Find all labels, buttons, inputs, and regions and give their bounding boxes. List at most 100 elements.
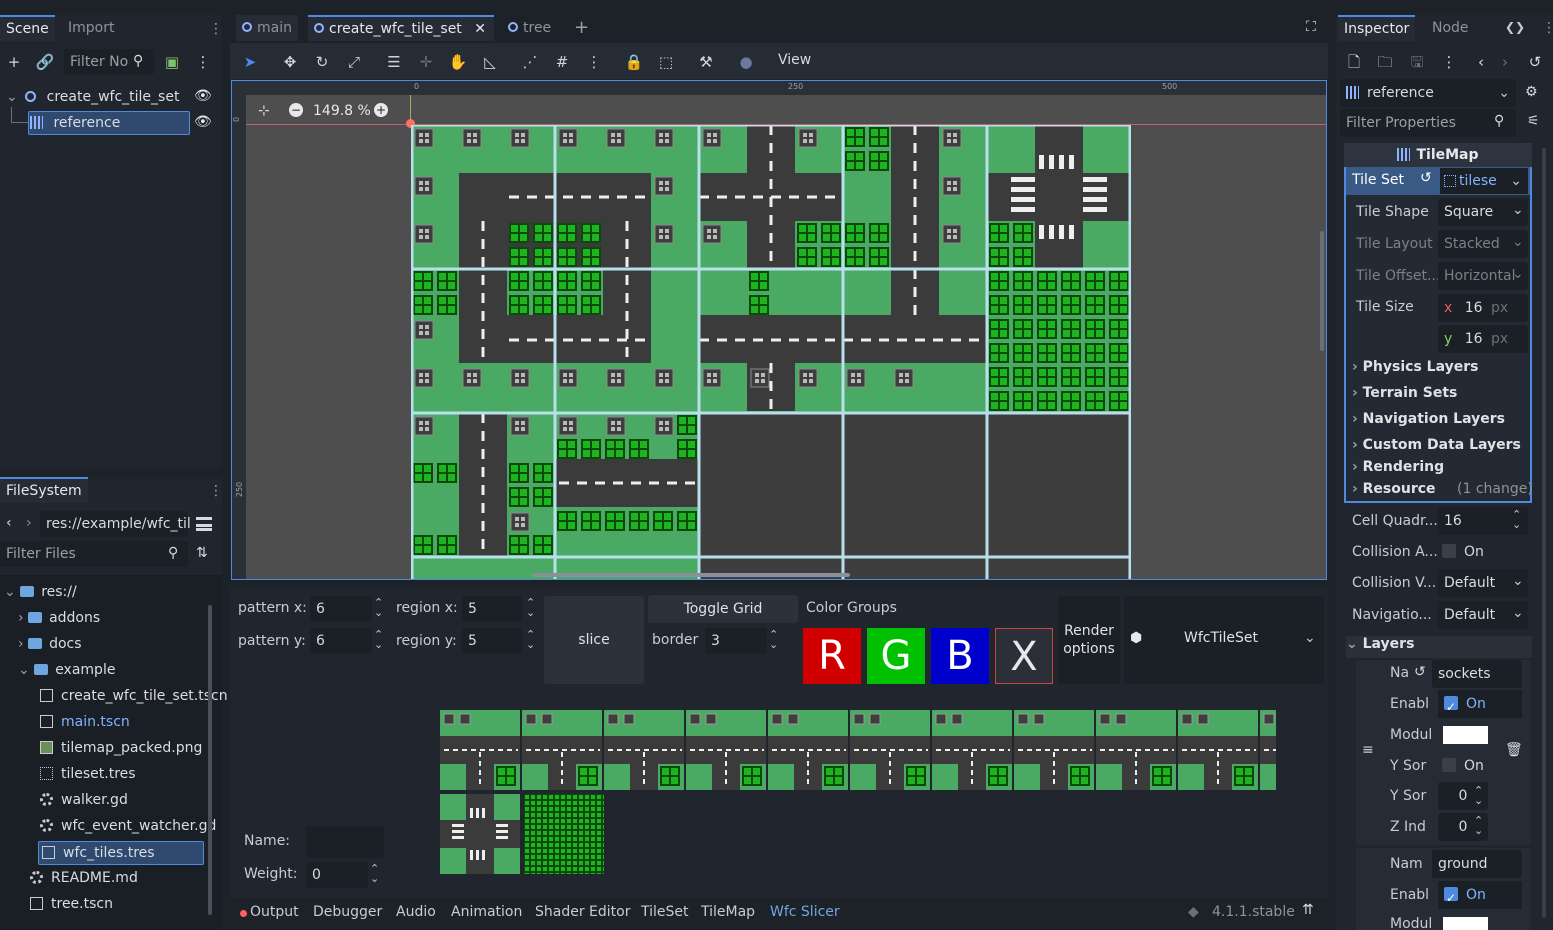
spin-arrows-icon[interactable]: ⌃ ⌄ xyxy=(1474,785,1483,806)
zoom-in-icon[interactable]: + xyxy=(374,103,388,117)
open-folder-icon[interactable]: 🗀 xyxy=(1374,51,1396,73)
tab-debugger[interactable]: Debugger xyxy=(313,904,382,920)
object-selector[interactable]: reference ⌄ xyxy=(1340,79,1516,107)
list-item[interactable]: ⌄ example xyxy=(18,657,115,683)
tab-scene[interactable]: Scene xyxy=(0,15,55,41)
list-item[interactable]: tilemap_packed.png xyxy=(40,735,202,761)
group-icon[interactable]: ⬚ xyxy=(655,52,677,72)
spin-arrows-icon[interactable]: ⌃ ⌄ xyxy=(370,863,379,884)
tile-size-x-field[interactable]: x 16 px xyxy=(1438,294,1528,322)
sort-icon[interactable]: ⇅ xyxy=(196,545,208,561)
dock-arrows-icon[interactable]: ❮❯ xyxy=(1505,20,1525,34)
center-view-icon[interactable]: ⊹ xyxy=(258,103,270,119)
tab-filesystem[interactable]: FileSystem xyxy=(0,477,88,503)
toggle-grid-button[interactable]: Toggle Grid xyxy=(648,595,798,623)
new-resource-icon[interactable]: 🗋 xyxy=(1343,51,1365,73)
split-view-icon[interactable] xyxy=(196,517,212,531)
region-y-spinbox[interactable]: 5 xyxy=(462,628,522,654)
color-group-b-button[interactable]: B xyxy=(931,628,989,684)
history-back-icon[interactable]: ‹ xyxy=(1470,51,1492,73)
grid-snap-icon[interactable]: # xyxy=(551,52,573,72)
view-menu[interactable]: View xyxy=(778,52,811,68)
horizontal-scrollbar[interactable] xyxy=(532,573,850,577)
tab-animation[interactable]: Animation xyxy=(451,904,522,920)
tab-inspector[interactable]: Inspector xyxy=(1338,15,1416,41)
tab-wfc-slicer[interactable]: Wfc Slicer xyxy=(770,904,840,920)
smart-snap-icon[interactable]: ⋰ xyxy=(519,52,541,72)
layer-enabled-checkbox[interactable]: On xyxy=(1438,690,1522,721)
region-x-spinbox[interactable]: 5 xyxy=(462,596,522,622)
section-navigation-layers[interactable]: › Navigation Layers xyxy=(1352,411,1505,427)
section-resource[interactable]: › Resource xyxy=(1352,481,1436,497)
expand-panel-icon[interactable]: ⇈ xyxy=(1302,902,1314,918)
layer-enabled-checkbox[interactable]: On xyxy=(1438,881,1522,912)
add-node-icon[interactable]: + xyxy=(3,51,25,73)
bone-icon[interactable]: ⚒ xyxy=(695,52,717,72)
list-select-icon[interactable]: ☰ xyxy=(383,52,405,72)
dock-menu-icon[interactable]: ⋮ xyxy=(1542,20,1553,36)
filter-properties-input[interactable]: Filter Properties xyxy=(1340,109,1516,137)
resource-type-dropdown[interactable]: ⬢ WfcTileSet ⌄ xyxy=(1124,596,1324,684)
layer-name-input[interactable]: ground xyxy=(1432,850,1522,878)
tab-main[interactable]: main xyxy=(236,15,298,41)
layer-name-input[interactable]: sockets xyxy=(1432,660,1522,688)
tab-shader-editor[interactable]: Shader Editor xyxy=(535,904,630,920)
section-rendering[interactable]: › Rendering xyxy=(1352,459,1444,475)
scrollbar[interactable] xyxy=(208,605,212,915)
dock-menu-icon[interactable]: ⋮ xyxy=(209,21,223,37)
spin-arrows-icon[interactable]: ⌃ ⌄ xyxy=(1512,509,1521,530)
collision-anim-checkbox[interactable]: On xyxy=(1442,544,1484,560)
add-tab-icon[interactable]: + xyxy=(574,17,589,38)
tab-tileset[interactable]: TileSet xyxy=(641,904,689,920)
select-tool-icon[interactable]: ➤ xyxy=(239,52,261,72)
pattern-x-spinbox[interactable]: 6 xyxy=(310,596,372,622)
ruler-tool-icon[interactable]: ◺ xyxy=(479,52,501,72)
render-options-button[interactable]: Render options xyxy=(1058,596,1120,684)
section-layers[interactable]: ⌄ Layers xyxy=(1346,636,1532,658)
list-item[interactable]: main.tscn xyxy=(40,709,130,735)
slice-button[interactable]: slice xyxy=(544,596,644,684)
spin-arrows-icon[interactable]: ⌃ ⌄ xyxy=(769,629,778,650)
tab-output[interactable]: Output xyxy=(250,904,299,920)
distraction-free-icon[interactable]: ⛶ xyxy=(1306,19,1316,35)
snap-menu-icon[interactable]: ⋮ xyxy=(583,52,605,72)
scene-menu-icon[interactable]: ⋮ xyxy=(192,51,214,73)
list-item[interactable]: tree.tscn xyxy=(30,891,113,917)
name-input[interactable] xyxy=(306,826,384,858)
layer-modulate-color[interactable] xyxy=(1443,726,1488,744)
link-icon[interactable]: 🔗 xyxy=(34,51,56,73)
list-item[interactable]: › addons xyxy=(18,605,100,631)
zoom-out-icon[interactable]: − xyxy=(289,103,303,117)
lock-icon[interactable]: 🔒 xyxy=(623,52,645,72)
rotate-tool-icon[interactable]: ↻ xyxy=(311,52,333,72)
tab-audio[interactable]: Audio xyxy=(396,904,436,920)
tile-size-y-field[interactable]: y 16 px xyxy=(1438,325,1528,353)
section-physics-layers[interactable]: › Physics Layers xyxy=(1352,359,1478,375)
scale-tool-icon[interactable]: ⤢ xyxy=(343,52,365,72)
move-tool-icon[interactable]: ✥ xyxy=(279,52,301,72)
color-group-r-button[interactable]: R xyxy=(803,628,861,684)
list-item[interactable]: ⌄ res:// xyxy=(4,579,77,605)
tile-set-value[interactable]: tilese ⌄ xyxy=(1440,168,1528,194)
history-icon[interactable]: ↺ xyxy=(1524,51,1546,73)
forward-arrow-icon[interactable]: › xyxy=(26,515,32,531)
attach-script-icon[interactable]: ▣ xyxy=(161,51,183,73)
filter-options-icon[interactable]: ⚟ xyxy=(1527,113,1540,129)
section-custom-data-layers[interactable]: › Custom Data Layers xyxy=(1352,437,1521,453)
inspector-scrollbar[interactable] xyxy=(1542,148,1546,918)
zoom-level[interactable]: 149.8 % xyxy=(313,103,371,119)
vertical-scrollbar[interactable] xyxy=(1320,231,1324,351)
path-input[interactable]: res://example/wfc_til xyxy=(40,511,191,537)
tab-tilemap[interactable]: TileMap xyxy=(701,904,755,920)
class-header[interactable]: TileMap xyxy=(1344,143,1532,167)
list-item[interactable]: create_wfc_tile_set.tscn xyxy=(40,683,228,709)
pattern-y-spinbox[interactable]: 6 xyxy=(310,628,372,654)
close-icon[interactable]: ✕ xyxy=(474,21,486,37)
list-item[interactable]: wfc_event_watcher.gd xyxy=(40,813,216,839)
visibility-eye-icon[interactable]: 👁 xyxy=(194,114,212,130)
tree-node-root[interactable]: ⌄ create_wfc_tile_set xyxy=(6,84,216,110)
back-arrow-icon[interactable]: ‹ xyxy=(6,515,12,531)
tab-create-wfc-tile-set[interactable]: create_wfc_tile_set ✕ xyxy=(308,15,494,41)
tab-node[interactable]: Node xyxy=(1426,15,1475,41)
tab-tree[interactable]: tree xyxy=(502,15,557,41)
